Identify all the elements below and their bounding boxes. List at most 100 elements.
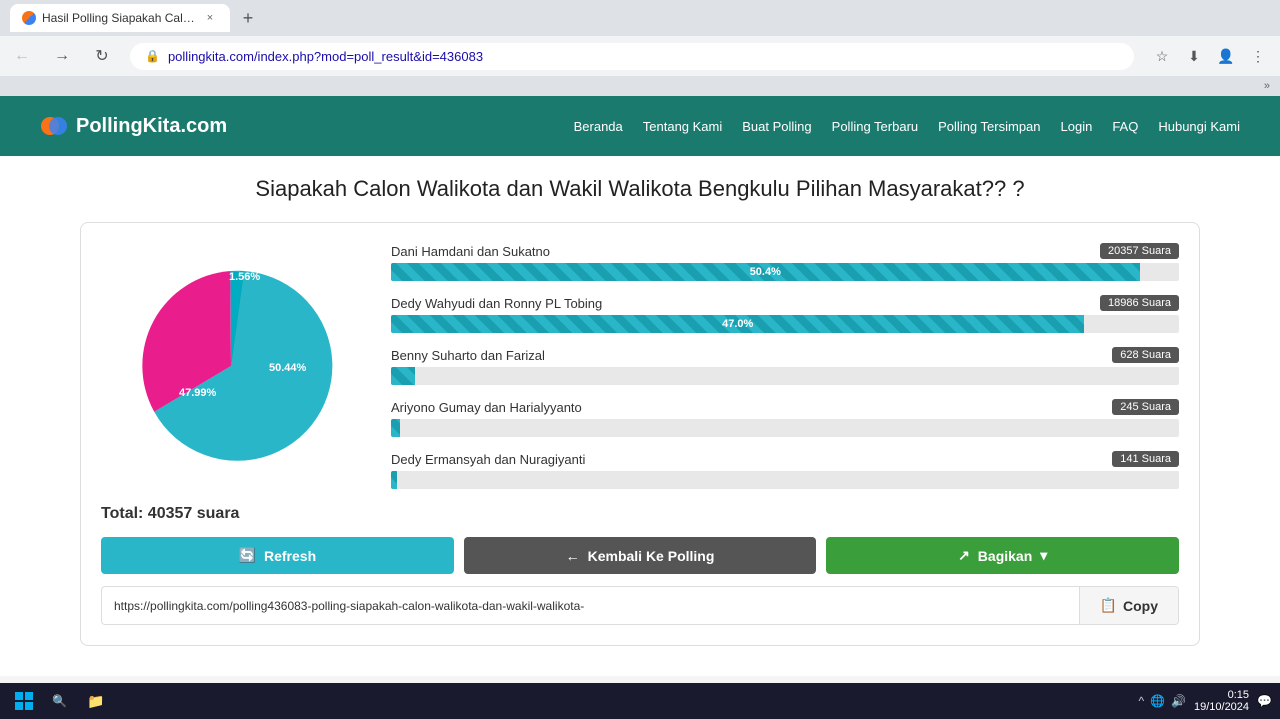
extensions-bar: » <box>0 76 1280 96</box>
logo-text: PollingKita.com <box>76 115 227 138</box>
total-label: Total: 40357 suara <box>101 505 239 522</box>
browser-actions: ☆ ⬇ 👤 ⋮ <box>1150 44 1270 68</box>
browser-title-bar: Hasil Polling Siapakah Calon W × + <box>0 0 1280 36</box>
results-list: Dani Hamdani dan Sukatno 20357 Suara 50.… <box>391 243 1179 489</box>
refresh-button[interactable]: 🔄 Refresh <box>101 537 454 574</box>
bar-track-4 <box>391 419 1179 437</box>
taskbar-network-icon: 🌐 <box>1150 694 1165 708</box>
bar-track-2: 47.0% <box>391 315 1179 333</box>
menu-button[interactable]: ⋮ <box>1246 44 1270 68</box>
taskbar-time-display: 0:15 <box>1194 689 1249 701</box>
result-header-2: Dedy Wahyudi dan Ronny PL Tobing 18986 S… <box>391 295 1179 311</box>
back-button[interactable]: ← <box>10 44 34 68</box>
copy-label: Copy <box>1123 598 1158 614</box>
lock-icon: 🔒 <box>145 49 160 63</box>
vote-badge-3: 628 Suara <box>1112 347 1179 363</box>
browser-controls: ← → ↻ 🔒 pollingkita.com/index.php?mod=po… <box>0 36 1280 76</box>
nav-tentang[interactable]: Tentang Kami <box>643 119 723 134</box>
new-tab-button[interactable]: + <box>234 4 262 32</box>
chart-container: 50.44% 47.99% 1.56% <box>101 243 361 489</box>
nav-login[interactable]: Login <box>1061 119 1093 134</box>
vote-badge-2: 18986 Suara <box>1100 295 1179 311</box>
url-text: pollingkita.com/index.php?mod=poll_resul… <box>168 49 1119 64</box>
result-header-4: Ariyono Gumay dan Harialyyanto 245 Suara <box>391 399 1179 415</box>
poll-card: 50.44% 47.99% 1.56% Dani Hamdani dan Suk… <box>80 222 1200 646</box>
total-section: Total: 40357 suara <box>101 505 1179 523</box>
start-button[interactable] <box>8 685 40 717</box>
tab-favicon <box>22 11 36 25</box>
site-logo: PollingKita.com <box>40 112 227 140</box>
result-item-2: Dedy Wahyudi dan Ronny PL Tobing 18986 S… <box>391 295 1179 333</box>
poll-results-row: 50.44% 47.99% 1.56% Dani Hamdani dan Suk… <box>101 243 1179 489</box>
result-item-3: Benny Suharto dan Farizal 628 Suara 1.6% <box>391 347 1179 385</box>
pie-label-2: 47.99% <box>179 387 217 399</box>
profile-button[interactable]: 👤 <box>1214 44 1238 68</box>
candidate-name-3: Benny Suharto dan Farizal <box>391 348 545 363</box>
candidate-name-1: Dani Hamdani dan Sukatno <box>391 244 550 259</box>
forward-button[interactable]: → <box>50 44 74 68</box>
nav-beranda[interactable]: Beranda <box>574 119 623 134</box>
search-icon: 🔍 <box>52 694 67 708</box>
result-header-1: Dani Hamdani dan Sukatno 20357 Suara <box>391 243 1179 259</box>
folder-icon: 📁 <box>87 693 104 710</box>
taskbar-clock: 0:15 19/10/2024 <box>1194 689 1249 713</box>
vote-badge-5: 141 Suara <box>1112 451 1179 467</box>
taskbar-volume-icon: 🔊 <box>1171 694 1186 708</box>
nav-hubungi[interactable]: Hubungi Kami <box>1158 119 1240 134</box>
taskbar-file-explorer[interactable]: 📁 <box>79 689 112 714</box>
reload-button[interactable]: ↻ <box>90 44 114 68</box>
pie-chart: 50.44% 47.99% 1.56% <box>111 256 351 476</box>
notification-icon: 💬 <box>1257 694 1272 708</box>
address-bar[interactable]: 🔒 pollingkita.com/index.php?mod=poll_res… <box>130 43 1134 70</box>
site-navigation: PollingKita.com Beranda Tentang Kami Bua… <box>0 96 1280 156</box>
vote-badge-4: 245 Suara <box>1112 399 1179 415</box>
share-button[interactable]: ↗ Bagikan ▾ <box>826 537 1179 574</box>
vote-badge-1: 20357 Suara <box>1100 243 1179 259</box>
tab-close-button[interactable]: × <box>202 10 218 26</box>
nav-faq[interactable]: FAQ <box>1112 119 1138 134</box>
nav-tersimpan[interactable]: Polling Tersimpan <box>938 119 1040 134</box>
copy-icon: 📋 <box>1100 597 1117 614</box>
nav-links: Beranda Tentang Kami Buat Polling Pollin… <box>574 119 1240 134</box>
result-item-1: Dani Hamdani dan Sukatno 20357 Suara 50.… <box>391 243 1179 281</box>
taskbar-date-display: 19/10/2024 <box>1194 701 1249 713</box>
pie-label-1: 50.44% <box>269 362 307 374</box>
back-label: Kembali Ke Polling <box>588 548 715 564</box>
refresh-label: Refresh <box>264 548 316 564</box>
result-item-5: Dedy Ermansyah dan Nuragiyanti 141 Suara <box>391 451 1179 489</box>
candidate-name-4: Ariyono Gumay dan Harialyyanto <box>391 400 582 415</box>
pie-label-3: 1.56% <box>229 271 260 283</box>
nav-terbaru[interactable]: Polling Terbaru <box>832 119 918 134</box>
bar-label-2: 47.0% <box>722 318 753 330</box>
share-label: Bagikan <box>978 548 1032 564</box>
taskbar-right: ^ 🌐 🔊 0:15 19/10/2024 💬 <box>1138 689 1272 713</box>
bar-fill-3: 1.6% <box>391 367 415 385</box>
page-title: Siapakah Calon Walikota dan Wakil Waliko… <box>80 176 1200 202</box>
taskbar-search[interactable]: 🔍 <box>44 690 75 712</box>
bar-track-5 <box>391 471 1179 489</box>
refresh-icon: 🔄 <box>239 547 256 564</box>
result-item-4: Ariyono Gumay dan Harialyyanto 245 Suara <box>391 399 1179 437</box>
browser-chrome: Hasil Polling Siapakah Calon W × + ← → ↻… <box>0 0 1280 96</box>
taskbar-system-icons: ^ 🌐 🔊 <box>1138 694 1186 708</box>
bar-fill-2: 47.0% <box>391 315 1084 333</box>
copy-button[interactable]: 📋 Copy <box>1079 587 1178 624</box>
back-button[interactable]: ← Kembali Ke Polling <box>464 537 817 574</box>
copy-url-input[interactable] <box>102 589 1079 623</box>
bar-label-1: 50.4% <box>750 266 781 278</box>
bar-fill-1: 50.4% <box>391 263 1140 281</box>
download-button[interactable]: ⬇ <box>1182 44 1206 68</box>
back-icon: ← <box>566 548 580 564</box>
bar-fill-5 <box>391 471 397 489</box>
share-dropdown-icon: ▾ <box>1040 547 1047 564</box>
candidate-name-5: Dedy Ermansyah dan Nuragiyanti <box>391 452 585 467</box>
browser-tab[interactable]: Hasil Polling Siapakah Calon W × <box>10 4 230 32</box>
bar-track-1: 50.4% <box>391 263 1179 281</box>
result-header-5: Dedy Ermansyah dan Nuragiyanti 141 Suara <box>391 451 1179 467</box>
taskbar: 🔍 📁 ^ 🌐 🔊 0:15 19/10/2024 💬 <box>0 683 1280 719</box>
main-content: Siapakah Calon Walikota dan Wakil Waliko… <box>0 156 1280 676</box>
bookmark-button[interactable]: ☆ <box>1150 44 1174 68</box>
share-icon: ↗ <box>958 547 970 564</box>
nav-buat[interactable]: Buat Polling <box>742 119 811 134</box>
extensions-arrow: » <box>1264 80 1270 92</box>
